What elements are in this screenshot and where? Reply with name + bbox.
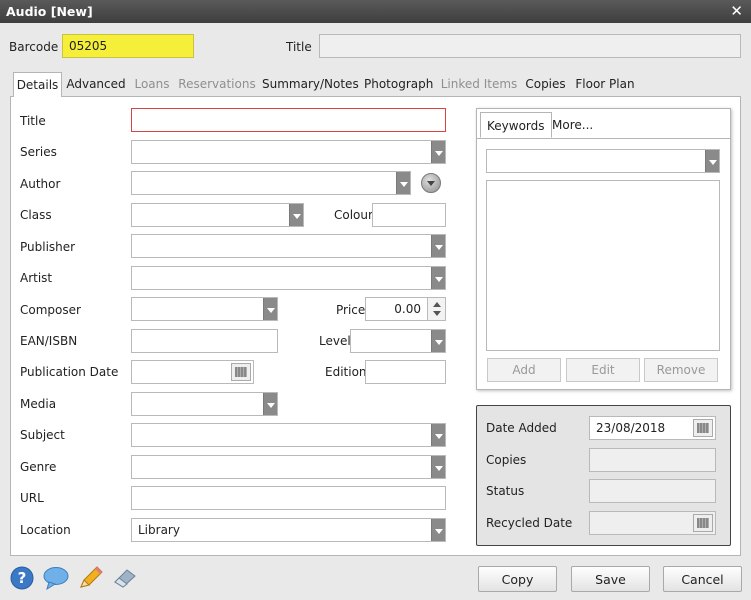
location-value: Library	[138, 523, 180, 537]
publisher-label: Publisher	[20, 240, 76, 254]
chevron-down-icon	[431, 330, 445, 352]
save-button[interactable]: Save	[571, 566, 650, 592]
colour-input[interactable]	[372, 203, 446, 227]
author-dropdown[interactable]	[131, 171, 411, 195]
barcode-label: Barcode	[9, 40, 59, 54]
keywords-tab-divider	[477, 138, 730, 139]
ean-isbn-input[interactable]	[131, 329, 278, 353]
calendar-icon[interactable]	[231, 363, 251, 381]
status-label: Status	[486, 484, 525, 498]
date-added-label: Date Added	[486, 421, 557, 435]
tab-loans[interactable]: Loans	[133, 72, 171, 97]
edition-input[interactable]	[365, 360, 446, 384]
chevron-down-icon	[289, 204, 303, 226]
comment-icon[interactable]	[43, 566, 69, 591]
date-added-value: 23/08/2018	[596, 421, 666, 435]
publication-date-input[interactable]	[131, 360, 254, 384]
spinner-arrows-icon[interactable]	[427, 298, 445, 320]
genre-dropdown[interactable]	[131, 455, 446, 479]
cancel-button[interactable]: Cancel	[663, 566, 742, 592]
eraser-icon[interactable]	[113, 566, 137, 590]
close-icon[interactable]: ✕	[730, 2, 743, 20]
keywords-list[interactable]	[486, 180, 720, 351]
level-label: Level	[319, 334, 351, 348]
pencil-icon[interactable]	[78, 566, 103, 590]
class-dropdown[interactable]	[131, 203, 304, 227]
publication-date-label: Publication Date	[20, 365, 119, 379]
copies-field	[589, 448, 716, 472]
tab-details[interactable]: Details	[13, 72, 62, 97]
tab-keywords[interactable]: Keywords	[480, 112, 552, 138]
keyword-add-button[interactable]: Add	[487, 358, 561, 382]
composer-dropdown[interactable]	[131, 297, 278, 321]
chevron-down-icon	[263, 298, 277, 320]
publisher-dropdown[interactable]	[131, 234, 446, 258]
series-label: Series	[20, 145, 57, 159]
chevron-down-icon	[431, 141, 445, 163]
window-title-bar: Audio [New]	[0, 0, 751, 23]
copies-label: Copies	[486, 453, 527, 467]
media-dropdown[interactable]	[131, 392, 278, 416]
tab-advanced[interactable]: Advanced	[66, 72, 126, 97]
chevron-down-icon	[705, 150, 719, 172]
tab-summary-notes[interactable]: Summary/Notes	[262, 72, 359, 97]
tab-more[interactable]: More...	[546, 112, 599, 138]
colour-label: Colour	[334, 208, 373, 222]
recycled-date-field	[589, 511, 716, 535]
author-label: Author	[20, 177, 61, 191]
ean-isbn-label: EAN/ISBN	[20, 334, 78, 348]
url-label: URL	[20, 491, 44, 505]
location-label: Location	[20, 523, 71, 537]
artist-label: Artist	[20, 271, 53, 285]
price-label: Price	[336, 303, 366, 317]
header-title-input[interactable]	[319, 34, 741, 58]
tab-reservations[interactable]: Reservations	[178, 72, 256, 97]
copy-button[interactable]: Copy	[478, 566, 557, 592]
chevron-down-icon	[431, 267, 445, 289]
tab-linked-items[interactable]: Linked Items	[440, 72, 518, 97]
chevron-down-icon	[431, 519, 445, 541]
url-input[interactable]	[131, 486, 446, 510]
title-input[interactable]	[131, 108, 446, 132]
series-dropdown[interactable]	[131, 140, 446, 164]
chevron-down-icon	[431, 235, 445, 257]
calendar-icon	[693, 514, 713, 532]
keyword-dropdown[interactable]	[486, 149, 720, 173]
tab-copies[interactable]: Copies	[524, 72, 567, 97]
subject-dropdown[interactable]	[131, 423, 446, 447]
composer-label: Composer	[20, 303, 81, 317]
tab-photograph[interactable]: Photograph	[364, 72, 433, 97]
keyword-remove-button[interactable]: Remove	[644, 358, 718, 382]
date-added-input[interactable]: 23/08/2018	[589, 416, 716, 440]
chevron-down-icon	[431, 424, 445, 446]
chevron-down-icon	[431, 456, 445, 478]
tab-floor-plan[interactable]: Floor Plan	[574, 72, 636, 97]
chevron-down-icon	[396, 172, 410, 194]
help-icon[interactable]: ?	[10, 566, 34, 590]
price-value: 0.00	[394, 302, 421, 316]
title-label: Title	[20, 114, 46, 128]
class-label: Class	[20, 208, 52, 222]
header-title-label: Title	[286, 40, 312, 54]
window-title: Audio [New]	[6, 4, 93, 19]
artist-dropdown[interactable]	[131, 266, 446, 290]
chevron-down-icon	[263, 393, 277, 415]
edition-label: Edition	[325, 365, 367, 379]
subject-label: Subject	[20, 428, 65, 442]
price-spinner[interactable]: 0.00	[365, 297, 446, 321]
svg-text:?: ?	[18, 569, 27, 587]
status-field	[589, 479, 716, 503]
calendar-icon[interactable]	[693, 419, 713, 437]
location-dropdown[interactable]: Library	[131, 518, 446, 542]
keyword-edit-button[interactable]: Edit	[566, 358, 640, 382]
media-label: Media	[20, 397, 57, 411]
genre-label: Genre	[20, 460, 57, 474]
expand-circle-icon[interactable]	[421, 173, 441, 193]
level-dropdown[interactable]	[350, 329, 446, 353]
barcode-input[interactable]: 05205	[62, 34, 194, 58]
recycled-date-label: Recycled Date	[486, 516, 573, 530]
